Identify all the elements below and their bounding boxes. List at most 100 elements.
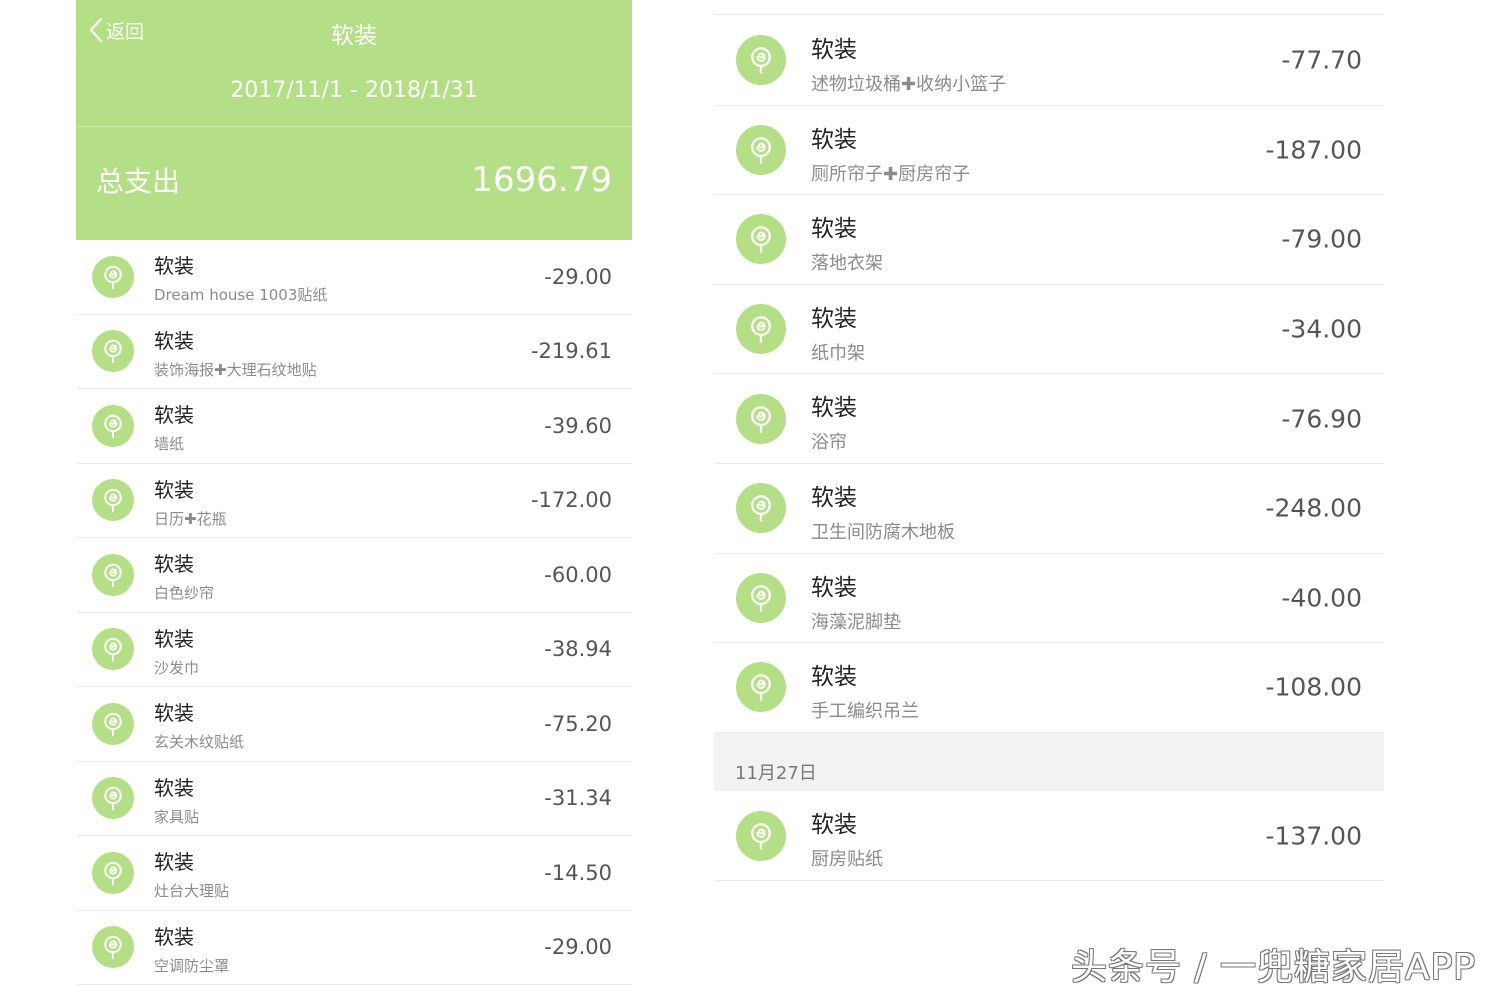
expense-category: 软装 [154,552,194,576]
total-expense-value: 1696.79 [471,160,612,200]
expense-category: 软装 [154,924,194,949]
expense-category: 软装 [154,477,194,502]
expense-note: 纸巾架 [811,342,865,364]
expense-category: 软装 [811,126,857,153]
lollipop-icon [736,304,786,355]
expense-amount: -29.00 [544,935,612,960]
expense-category: 软装 [154,701,194,725]
expense-amount: -38.94 [544,637,612,662]
expense-amount: -108.00 [1265,672,1363,702]
lollipop-icon [736,35,786,86]
summary-header: 返回 软装 2017/11/1 - 2018/1/31 总支出 1696.79 [76,0,632,240]
expense-note: 墙纸 [154,435,185,453]
lollipop-icon [92,628,134,671]
lollipop-icon [736,662,786,713]
expense-row[interactable]: 软装 海藻泥脚垫 -40.00 [714,554,1384,644]
expense-amount: -79.00 [1281,224,1362,254]
expense-row[interactable]: 软装 浴帘 -76.90 [714,374,1384,464]
expense-row[interactable]: 软装墙纸 -39.60 [76,389,632,464]
expense-row[interactable]: 软装灶台大理贴 -14.50 [76,836,632,911]
expense-list-right: 软装 述物垃圾桶✚收纳小篮子 -77.70 软装 厕所帘子✚厨房帘子 -187.00 软装落… [714,16,1384,733]
expense-row[interactable]: 软装家具贴 -31.34 [76,762,632,836]
expense-list-left: 软装 Dream house 1003贴纸 -29.00 软装 装饰海报✚大理石纹地贴 -… [76,240,632,985]
expense-note: 厨房贴纸 [811,849,883,870]
expense-note: 家具贴 [154,807,200,826]
expense-row[interactable]: 软装手工编织吊兰 -108.00 [714,643,1384,733]
expense-category: 软装 [811,664,857,691]
expense-row[interactable]: 软装落地衣架 -79.00 [714,195,1384,285]
expense-category: 软装 [811,812,857,838]
expense-row[interactable]: 软装厨房贴纸 -137.00 [714,791,1384,881]
expense-note: 手工编织吊兰 [811,701,919,723]
expense-category: 软装 [811,395,857,422]
expense-amount: -39.60 [544,413,612,438]
expense-note: 灶台大理贴 [154,882,230,900]
expense-amount: -31.34 [544,786,612,811]
expense-row[interactable]: 软装述物垃圾桶✚收纳小篮子 -77.70 [714,16,1384,106]
expense-category: 软装 [154,254,194,278]
expense-row[interactable]: 软装装饰海报✚大理石纹地贴 -219.61 [76,315,632,389]
expense-note: Dream house 1003贴纸 [154,286,328,304]
expense-amount: -14.50 [544,860,612,885]
expense-note: 玄关木纹贴纸 [154,733,245,751]
date-section-header: 11月27日 [714,733,1384,791]
expense-row[interactable]: 软装 Dream house 1003贴纸 -29.00 [76,240,632,315]
expense-amount: -40.00 [1281,583,1362,613]
right-screen: 软装 述物垃圾桶✚收纳小篮子 -77.70 软装 厕所帘子✚厨房帘子 -187.00 软装落… [714,0,1384,1000]
expense-amount: -137.00 [1265,821,1363,850]
header-divider [76,126,632,127]
expense-category: 软装 [811,37,857,63]
expense-amount: -219.61 [530,339,612,364]
page-title: 软装 [331,23,377,49]
expense-amount: -29.00 [544,264,612,289]
lollipop-icon [736,214,786,265]
lollipop-icon [736,124,786,175]
expense-row[interactable]: 软装厕所帘子✚厨房帘子 -187.00 [714,106,1384,196]
expense-note: 装饰海报✚大理石纹地贴 [154,360,317,379]
expense-amount: -172.00 [530,488,612,513]
expense-amount: -75.20 [544,711,612,736]
expense-note: 空调防尘罩 [154,956,230,975]
expense-list-date-group: 软装厨房贴纸 -137.00 [714,791,1384,881]
lollipop-icon [92,330,134,373]
expense-row[interactable]: 软装 纸巾架 -34.00 [714,285,1384,375]
expense-category: 软装 [154,775,194,800]
expense-note: 沙发巾 [154,658,200,677]
date-section-label: 11月27日 [735,763,817,784]
expense-category: 软装 [154,626,194,651]
expense-row[interactable]: 软装沙发巾 -38.94 [76,613,632,687]
expense-row[interactable]: 软装玄关木纹贴纸 -75.20 [76,687,632,762]
expense-note: 厕所帘子✚厨房帘子 [811,163,971,185]
total-expense-label: 总支出 [96,165,181,198]
lollipop-icon [92,553,134,596]
date-range[interactable]: 2017/11/1 - 2018/1/31 [76,78,632,103]
watermark: 头条号 / 一兜糖家居APP [1070,947,1476,988]
expense-note: 浴帘 [811,432,847,454]
lollipop-icon [92,255,134,298]
expense-category: 软装 [811,484,857,511]
expense-category: 软装 [811,305,857,332]
left-screen: 返回 软装 2017/11/1 - 2018/1/31 总支出 1696.79 … [76,0,632,1000]
lollipop-icon [736,572,786,623]
expense-row[interactable]: 软装空调防尘罩 -29.00 [76,911,632,985]
lollipop-icon [92,404,134,447]
expense-amount: -248.00 [1265,493,1363,523]
lollipop-icon [92,479,134,522]
expense-category: 软装 [154,850,194,874]
expense-row[interactable]: 软装日历✚花瓶 -172.00 [76,464,632,538]
expense-note: 日历✚花瓶 [154,509,227,528]
expense-category: 软装 [811,574,857,601]
lollipop-icon [736,393,786,444]
expense-category: 软装 [154,403,194,427]
expense-row[interactable]: 软装 白色纱帘 -60.00 [76,538,632,613]
expense-note: 述物垃圾桶✚收纳小篮子 [811,74,1007,95]
expense-category: 软装 [154,328,194,353]
expense-note: 白色纱帘 [154,584,215,602]
expense-row[interactable]: 软装 卫生间防腐木地板 -248.00 [714,464,1384,554]
expense-amount: -187.00 [1265,135,1363,165]
lollipop-icon [736,810,786,861]
expense-note: 落地衣架 [811,253,883,275]
expense-amount: -77.70 [1281,45,1362,75]
expense-category: 软装 [811,216,857,243]
lollipop-icon [92,702,134,745]
